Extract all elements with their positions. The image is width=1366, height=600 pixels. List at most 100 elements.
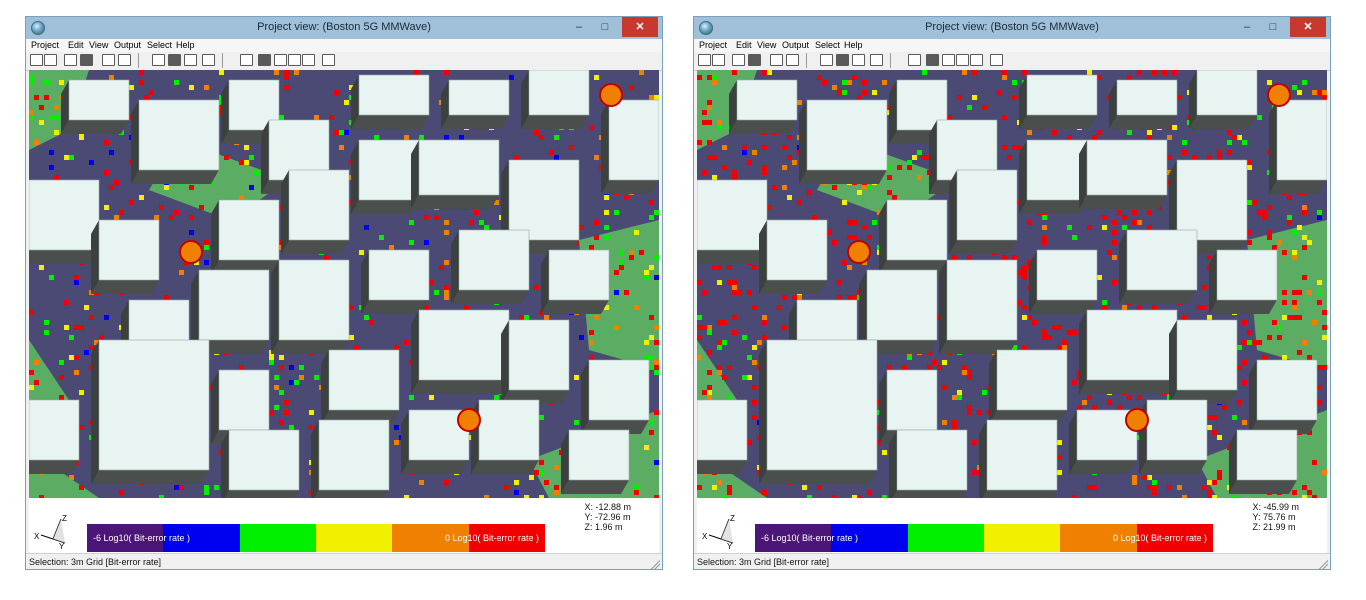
menu-select[interactable]: Select: [815, 40, 840, 50]
menu-project[interactable]: Project: [31, 40, 59, 50]
toolbar-tool-icon[interactable]: [770, 54, 783, 66]
coverage-cell: [737, 290, 742, 295]
resize-grip-icon[interactable]: [1318, 559, 1328, 569]
toolbar-tool-icon[interactable]: [102, 54, 115, 66]
toolbar-tool-icon[interactable]: [44, 54, 57, 66]
coverage-cell: [1217, 435, 1222, 440]
coverage-cell: [802, 485, 807, 490]
colorbar-min-label: -6 Log10( Bit-error rate ): [761, 533, 859, 543]
toolbar-tool-icon[interactable]: [748, 54, 761, 66]
toolbar-tool-icon[interactable]: [852, 54, 865, 66]
coverage-cell: [747, 355, 752, 360]
toolbar-tool-icon[interactable]: [970, 54, 983, 66]
menu-view[interactable]: View: [757, 40, 776, 50]
coverage-map[interactable]: [697, 70, 1327, 498]
coverage-cell: [654, 360, 659, 365]
coverage-cell: [549, 150, 554, 155]
toolbar-tool-icon[interactable]: [152, 54, 165, 66]
coverage-cell: [504, 485, 509, 490]
coverage-cell: [204, 485, 209, 490]
coverage-cell: [89, 315, 94, 320]
coverage-cell: [1067, 225, 1072, 230]
building-side: [91, 340, 99, 484]
toolbar-tool-icon[interactable]: [168, 54, 181, 66]
toolbar-tool-icon[interactable]: [202, 54, 215, 66]
toolbar-tool-icon[interactable]: [184, 54, 197, 66]
coverage-cell: [139, 195, 144, 200]
menu-edit[interactable]: Edit: [736, 40, 752, 50]
maximize-button[interactable]: □: [592, 17, 618, 37]
toolbar-tool-icon[interactable]: [64, 54, 77, 66]
toolbar-tool-icon[interactable]: [732, 54, 745, 66]
3d-view-viewport[interactable]: [697, 70, 1327, 498]
coverage-cell: [1017, 300, 1022, 305]
coverage-cell: [1227, 140, 1232, 145]
3d-view-viewport[interactable]: [29, 70, 659, 498]
toolbar-tool-icon[interactable]: [288, 54, 301, 66]
building-side: [281, 170, 289, 254]
toolbar-tool-icon[interactable]: [240, 54, 253, 66]
coverage-cell: [782, 295, 787, 300]
coverage-cell: [1112, 230, 1117, 235]
resize-grip-icon[interactable]: [650, 559, 660, 569]
menu-view[interactable]: View: [89, 40, 108, 50]
toolbar-tool-icon[interactable]: [712, 54, 725, 66]
toolbar-tool-icon[interactable]: [258, 54, 271, 66]
toolbar-tool-icon[interactable]: [30, 54, 43, 66]
coverage-cell: [49, 115, 54, 120]
toolbar-separator: [222, 53, 223, 68]
coverage-cell: [1302, 80, 1307, 85]
coverage-cell: [654, 365, 659, 370]
coverage-cell: [474, 210, 479, 215]
coverage-cell: [1242, 340, 1247, 345]
menu-help[interactable]: Help: [844, 40, 863, 50]
toolbar-tool-icon[interactable]: [908, 54, 921, 66]
toolbar-tool-icon[interactable]: [302, 54, 315, 66]
minimize-button[interactable]: –: [566, 17, 592, 37]
coverage-cell: [852, 220, 857, 225]
coverage-cell: [574, 420, 579, 425]
toolbar-tool-icon[interactable]: [786, 54, 799, 66]
coverage-cell: [249, 155, 254, 160]
toolbar-tool-icon[interactable]: [990, 54, 1003, 66]
close-button[interactable]: ✕: [1290, 17, 1326, 37]
coverage-cell: [1237, 345, 1242, 350]
toolbar-tool-icon[interactable]: [820, 54, 833, 66]
coverage-cell: [79, 135, 84, 140]
coverage-cell: [1022, 70, 1027, 75]
menu-select[interactable]: Select: [147, 40, 172, 50]
coverage-cell: [1302, 210, 1307, 215]
menu-edit[interactable]: Edit: [68, 40, 84, 50]
toolbar-tool-icon[interactable]: [80, 54, 93, 66]
coverage-cell: [604, 235, 609, 240]
toolbar-tool-icon[interactable]: [698, 54, 711, 66]
close-button[interactable]: ✕: [622, 17, 658, 37]
menu-output[interactable]: Output: [114, 40, 141, 50]
toolbar-tool-icon[interactable]: [274, 54, 287, 66]
coverage-map[interactable]: [29, 70, 659, 498]
title-bar[interactable]: Project view: (Boston 5G MMWave) – □ ✕: [694, 17, 1330, 39]
toolbar-tool-icon[interactable]: [836, 54, 849, 66]
coverage-cell: [1062, 345, 1067, 350]
toolbar-tool-icon[interactable]: [118, 54, 131, 66]
toolbar-tool-icon[interactable]: [322, 54, 335, 66]
axis-z-label: Z: [730, 514, 735, 523]
coverage-cell: [717, 480, 722, 485]
toolbar-tool-icon[interactable]: [942, 54, 955, 66]
coverage-cell: [807, 190, 812, 195]
coverage-cell: [1257, 340, 1262, 345]
coverage-cell: [847, 235, 852, 240]
coverage-cell: [1287, 215, 1292, 220]
menu-help[interactable]: Help: [176, 40, 195, 50]
toolbar-tool-icon[interactable]: [870, 54, 883, 66]
toolbar-tool-icon[interactable]: [926, 54, 939, 66]
minimize-button[interactable]: –: [1234, 17, 1260, 37]
coverage-cell: [1257, 210, 1262, 215]
title-bar[interactable]: Project view: (Boston 5G MMWave) – □ ✕: [26, 17, 662, 39]
coverage-cell: [1247, 165, 1252, 170]
toolbar-tool-icon[interactable]: [956, 54, 969, 66]
menu-output[interactable]: Output: [782, 40, 809, 50]
building-side: [1139, 460, 1207, 474]
maximize-button[interactable]: □: [1260, 17, 1286, 37]
menu-project[interactable]: Project: [699, 40, 727, 50]
